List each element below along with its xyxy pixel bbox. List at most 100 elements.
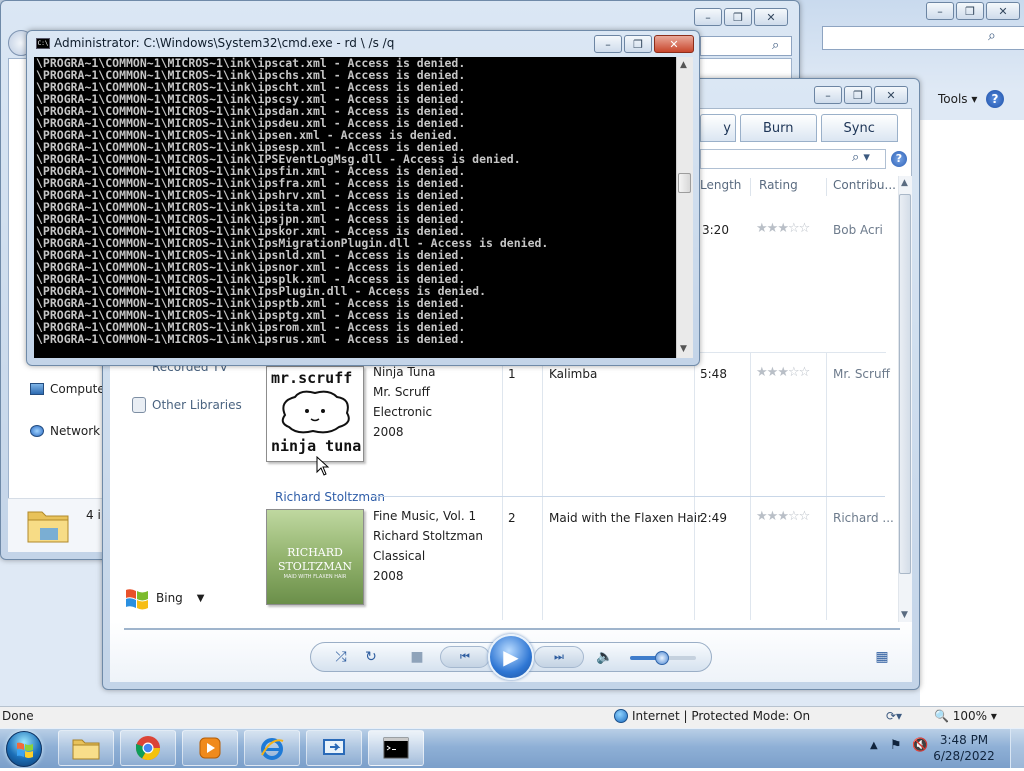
cmd-close-button[interactable]: ✕ (654, 35, 694, 53)
column-header-length[interactable]: Length (700, 178, 741, 192)
ie-help-icon[interactable]: ? (986, 90, 1004, 108)
ie-search-icon[interactable]: ⌕ (988, 28, 996, 44)
star-filled-icon: ★ (756, 509, 768, 524)
explorer-minimize-button[interactable]: – (694, 8, 722, 26)
wmp-search-icon[interactable]: ⌕ ▾ (852, 150, 870, 165)
rating-stars[interactable]: ★ ★ ★ ☆ ☆ (756, 509, 811, 524)
explorer-close-button[interactable]: ✕ (754, 8, 788, 26)
ie-zone-label: Internet | Protected Mode: On (632, 709, 811, 723)
action-center-icon[interactable]: ⚑ (890, 738, 902, 753)
scroll-up-arrow-icon[interactable]: ▲ (680, 60, 687, 70)
wmp-help-icon[interactable]: ? (891, 151, 907, 167)
speaker-muted-icon[interactable]: 🔇 (912, 738, 928, 753)
explorer-maximize-button[interactable]: ❐ (724, 8, 752, 26)
album-group-header[interactable]: Richard Stoltzman (275, 490, 385, 504)
wmp-caption-buttons: – ❐ ✕ (814, 86, 908, 104)
nav-item-other-libraries[interactable]: Other Libraries (132, 397, 242, 413)
track-length: 5:48 (700, 367, 727, 381)
stop-icon[interactable]: ■ (408, 648, 426, 666)
switch-to-now-playing-icon[interactable]: ▦ (872, 648, 892, 666)
star-empty-icon: ☆ (798, 509, 811, 524)
wmp-minimize-button[interactable]: – (814, 86, 842, 104)
cmd-scroll-thumb[interactable] (678, 173, 691, 193)
star-filled-icon: ★ (777, 221, 789, 236)
protected-mode-icon[interactable]: ⟳▾ (886, 709, 902, 723)
nav-item-computer-label: Computer (50, 382, 110, 396)
taskbar-media-player-button[interactable] (182, 730, 238, 766)
star-filled-icon: ★ (756, 221, 768, 236)
media-player-icon (199, 737, 221, 759)
album-art-fine-music[interactable]: RICHARD STOLTZMAN MAID WITH FLAXEN HAIR (266, 509, 364, 605)
ie-minimize-button[interactable]: – (926, 2, 954, 20)
ie-security-zone[interactable]: Internet | Protected Mode: On (614, 709, 810, 723)
taskbar-cmd-button[interactable] (368, 730, 424, 766)
tab-burn[interactable]: Burn (740, 114, 817, 142)
album-art-text-top: mr.scruff (271, 369, 353, 387)
taskbar-chrome-button[interactable] (120, 730, 176, 766)
ie-tools-menu[interactable]: Tools ▾ (938, 92, 977, 106)
taskbar-remote-button[interactable] (306, 730, 362, 766)
tab-play[interactable]: y (700, 114, 736, 142)
album-art-ninja-tuna[interactable]: mr.scruff ninja tuna (266, 366, 364, 462)
taskbar-explorer-button[interactable] (58, 730, 114, 766)
ie-icon (261, 738, 284, 760)
column-separator (826, 178, 827, 196)
column-header-rating[interactable]: Rating (759, 178, 798, 192)
scroll-down-arrow-icon[interactable]: ▼ (680, 344, 687, 354)
tab-sync[interactable]: Sync (820, 114, 898, 142)
volume-icon[interactable]: 🔈 (596, 648, 614, 666)
scroll-down-arrow-icon[interactable]: ▼ (901, 610, 908, 620)
track-title[interactable]: Kalimba (549, 367, 597, 381)
next-button[interactable]: ⏭ (534, 646, 584, 668)
ie-close-button[interactable]: ✕ (986, 2, 1020, 20)
nav-item-network[interactable]: Network (30, 424, 100, 438)
taskbar-clock[interactable]: 3:48 PM 6/28/2022 (932, 732, 996, 764)
seek-bar[interactable] (124, 628, 900, 630)
scroll-up-arrow-icon[interactable]: ▲ (901, 178, 908, 188)
cmd-minimize-button[interactable]: – (594, 35, 622, 53)
explorer-search-icon[interactable]: ⌕ (772, 38, 779, 53)
bing-dropdown-icon[interactable]: ▼ (197, 593, 205, 604)
column-divider (542, 352, 543, 620)
other-libraries-label: Other Libraries (152, 398, 242, 412)
column-divider (694, 352, 695, 620)
ie-zoom-level[interactable]: 🔍 100% ▾ (934, 709, 997, 723)
bing-label: Bing (156, 591, 183, 605)
bing-search-provider[interactable]: Bing ▼ (124, 586, 205, 610)
previous-button[interactable]: ⏮ (440, 646, 490, 668)
star-empty-icon: ☆ (798, 221, 811, 236)
wmp-scroll-thumb[interactable] (899, 194, 911, 574)
track-title[interactable]: Maid with the Flaxen Hair (549, 511, 702, 525)
play-button[interactable]: ▶ (488, 634, 534, 680)
console-line: \PROGRA~1\COMMON~1\MICROS~1\ink\ipsrus.x… (36, 332, 466, 346)
volume-slider-handle[interactable] (655, 651, 669, 665)
cmd-window-icon[interactable]: C:\ (36, 38, 50, 49)
cmd-console-output[interactable]: \PROGRA~1\COMMON~1\MICROS~1\ink\ipscat.x… (34, 57, 676, 358)
column-separator (750, 178, 751, 196)
start-button[interactable] (6, 731, 42, 767)
show-desktop-button[interactable] (1010, 729, 1024, 768)
wmp-navigation-pane (110, 350, 262, 622)
remote-icon (323, 739, 345, 755)
taskbar-ie-button[interactable] (244, 730, 300, 766)
star-filled-icon: ★ (777, 509, 789, 524)
chrome-icon (136, 736, 160, 761)
show-hidden-icons-icon[interactable]: ▲ (870, 740, 878, 751)
ie-status-bar (0, 706, 1024, 728)
wmp-close-button[interactable]: ✕ (874, 86, 908, 104)
star-filled-icon: ★ (766, 221, 779, 236)
nav-item-computer[interactable]: Computer (30, 382, 110, 396)
cmd-vertical-scrollbar[interactable] (676, 57, 693, 358)
album-art-subtitle: MAID WITH FLAXEN HAIR (283, 574, 347, 580)
wmp-maximize-button[interactable]: ❐ (844, 86, 872, 104)
rating-stars[interactable]: ★ ★ ★ ☆ ☆ (756, 221, 811, 236)
rating-stars[interactable]: ★ ★ ★ ☆ ☆ (756, 365, 810, 380)
shuffle-icon[interactable]: ⤮ (332, 648, 350, 666)
album-art-text-bottom: STOLTZMAN (277, 560, 353, 573)
windows-flag-icon (124, 586, 150, 610)
repeat-icon[interactable]: ↻ (362, 648, 380, 666)
column-header-contributing[interactable]: Contribu... (833, 178, 896, 192)
track-number: 2 (508, 511, 516, 525)
cmd-maximize-button[interactable]: ❐ (624, 35, 652, 53)
ie-maximize-button[interactable]: ❐ (956, 2, 984, 20)
